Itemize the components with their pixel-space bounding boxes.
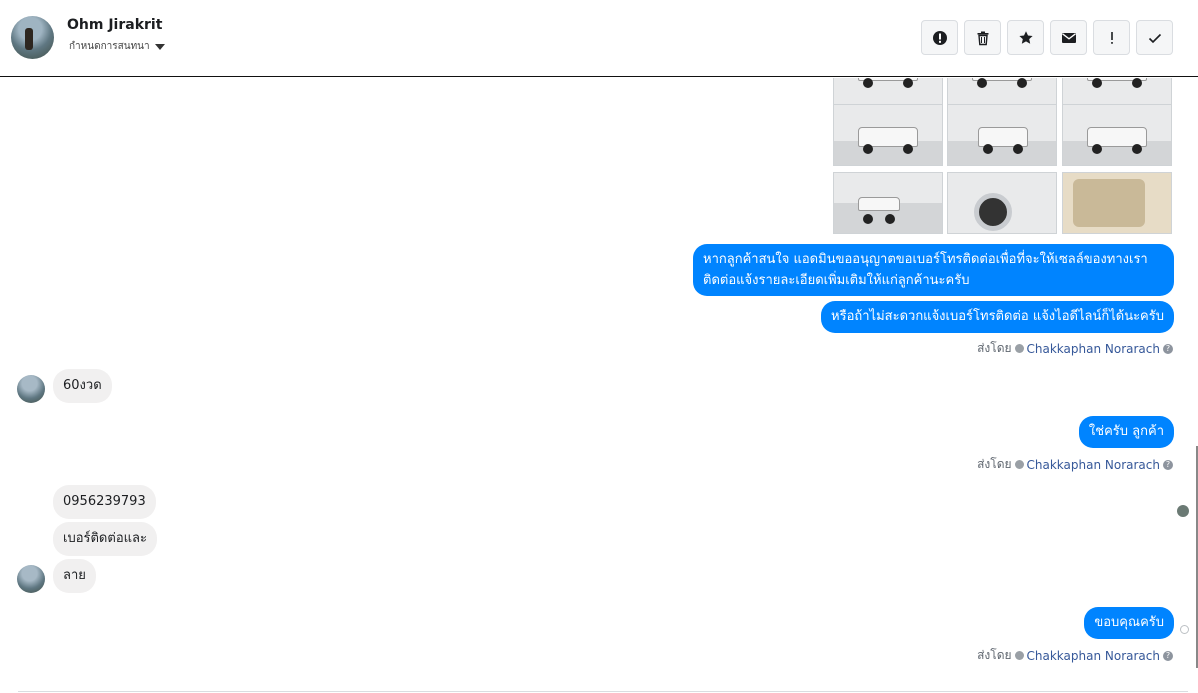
trash-icon [977,31,988,45]
sent-by-label: ส่งโดย [977,648,1012,662]
agent-name-link[interactable]: Chakkaphan Norarach [1027,649,1160,663]
message-text: ใช่ครับ ลูกค้า [1088,424,1164,439]
seen-by-avatar [1177,505,1189,517]
outgoing-message[interactable]: ขอบคุณครับ [1084,607,1174,639]
contact-avatar[interactable] [17,375,45,403]
incoming-message[interactable]: ลาย [53,559,96,593]
report-button[interactable] [921,20,958,55]
photo-thumbnail[interactable] [947,104,1057,166]
check-icon [1148,33,1161,43]
mark-important-button[interactable] [1093,20,1130,55]
help-icon[interactable]: ? [1163,343,1173,354]
verified-icon [1014,651,1024,660]
sent-by-info: ส่งโดย Chakkaphan Norarach ? [977,339,1173,358]
photo-thumbnail[interactable] [1062,104,1172,166]
photo-thumbnail[interactable] [947,172,1057,234]
schedule-label: กำหนดการสนทนา [69,41,150,52]
star-icon [1018,30,1033,44]
incoming-message[interactable]: เบอร์ติดต่อและ [53,522,157,556]
sent-by-label: ส่งโดย [977,341,1012,355]
outgoing-message[interactable]: ใช่ครับ ลูกค้า [1078,416,1174,448]
message-text: เบอร์ติดต่อและ [63,531,147,546]
message-text: ติดต่อแจ้งรายละเอียดเพิ่มเติมให้แก่ลูกค้… [703,273,970,288]
contact-avatar[interactable] [17,565,45,593]
incoming-message[interactable]: 0956239793 [53,485,156,519]
photo-thumbnail[interactable] [1062,172,1172,234]
delivered-icon [1180,625,1189,634]
message-text: ขอบคุณครับ [1094,615,1164,630]
agent-name-link[interactable]: Chakkaphan Norarach [1027,342,1160,356]
help-icon[interactable]: ? [1163,459,1173,470]
message-text: ลาย [63,568,86,583]
message-text: หรือถ้าไม่สะดวกแจ้งเบอร์โทรติดต่อ แจ้งไอ… [831,309,1164,324]
divider [18,691,1188,692]
exclamation-icon [1110,31,1113,44]
sent-by-info: ส่งโดย Chakkaphan Norarach ? [977,455,1173,474]
photo-thumbnail[interactable] [833,172,943,234]
message-thread[interactable]: หากลูกค้าสนใจ แอดมินขออนุญาตขอเบอร์โทรติ… [0,78,1198,693]
agent-name-link[interactable]: Chakkaphan Norarach [1027,458,1160,472]
contact-avatar[interactable] [11,16,54,59]
caret-down-icon [154,43,165,50]
outgoing-message[interactable]: หรือถ้าไม่สะดวกแจ้งเบอร์โทรติดต่อ แจ้งไอ… [821,301,1174,333]
delete-button[interactable] [964,20,1001,55]
help-icon[interactable]: ? [1163,650,1173,661]
alert-circle-icon [932,30,947,45]
mark-done-button[interactable] [1136,20,1173,55]
contact-name[interactable]: Ohm Jirakrit [67,17,162,33]
verified-icon [1014,344,1024,353]
message-text: 60งวด [63,378,102,393]
sent-by-info: ส่งโดย Chakkaphan Norarach ? [977,646,1173,665]
incoming-message[interactable]: 60งวด [53,369,112,403]
conversation-toolbar [921,20,1173,55]
star-button[interactable] [1007,20,1044,55]
conversation-schedule-dropdown[interactable]: กำหนดการสนทนา [69,39,165,54]
photo-thumbnail[interactable] [833,104,943,166]
verified-icon [1014,460,1024,469]
message-text: 0956239793 [63,494,146,509]
outgoing-message[interactable]: หากลูกค้าสนใจ แอดมินขออนุญาตขอเบอร์โทรติ… [693,244,1174,296]
sent-by-label: ส่งโดย [977,457,1012,471]
conversation-header: Ohm Jirakrit กำหนดการสนทนา [0,0,1198,77]
mark-unread-button[interactable] [1050,20,1087,55]
envelope-icon [1061,32,1076,43]
message-text: หากลูกค้าสนใจ แอดมินขออนุญาตขอเบอร์โทรติ… [703,252,1148,267]
